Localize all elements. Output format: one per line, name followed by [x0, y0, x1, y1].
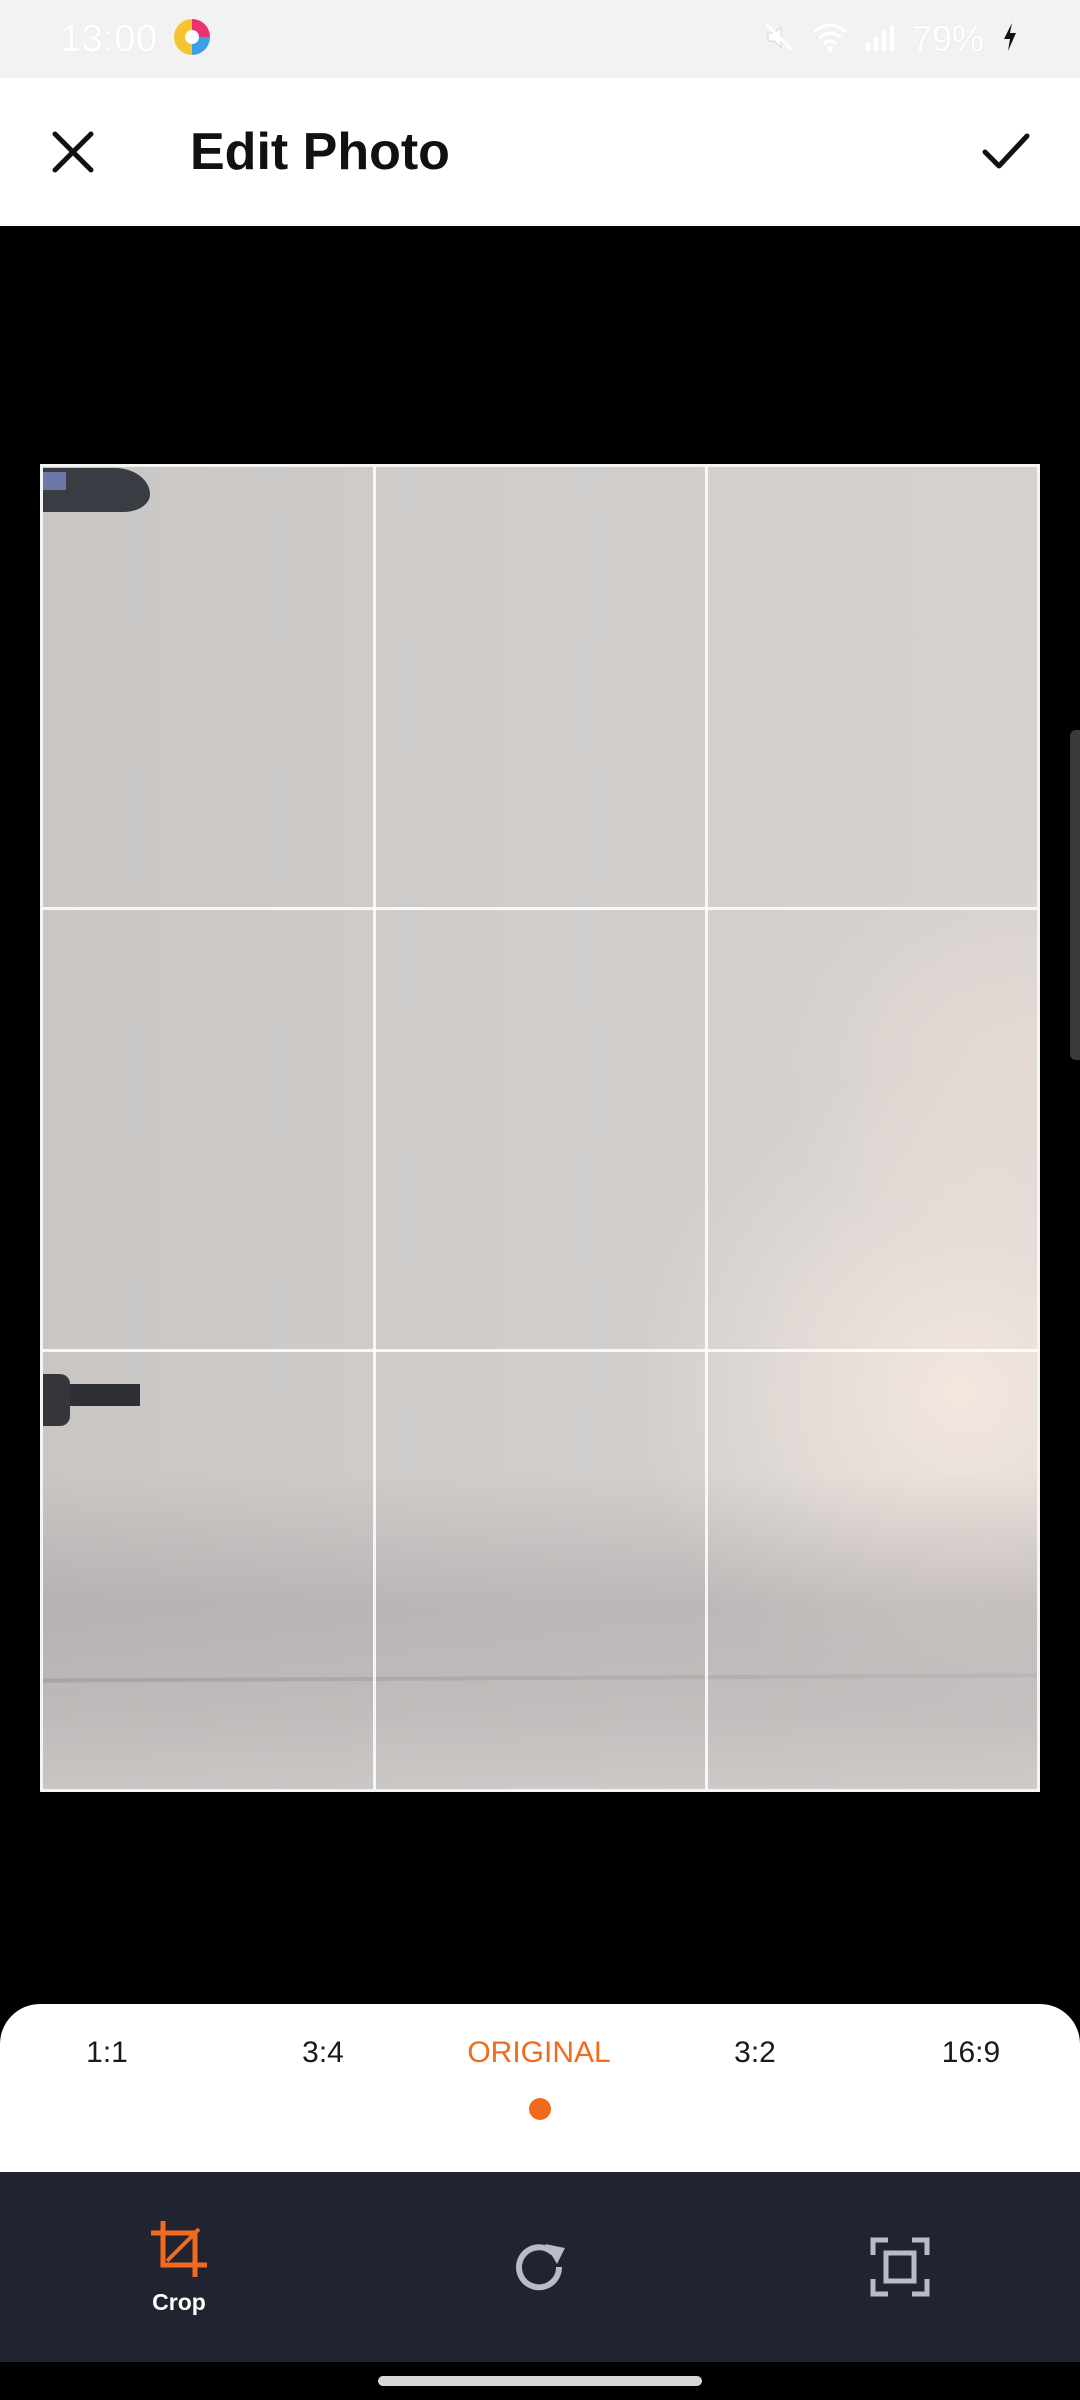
charging-icon	[1000, 21, 1020, 58]
crop-frame[interactable]	[40, 464, 1040, 1792]
ratio-option-16-9[interactable]: 16:9	[871, 2036, 1071, 2086]
confirm-button[interactable]	[968, 114, 1044, 190]
selected-ratio-indicator	[529, 2098, 551, 2120]
photo-canvas[interactable]	[0, 226, 1080, 2006]
crop-grid-line	[373, 467, 376, 1789]
crop-icon	[151, 2220, 207, 2277]
fit-tool-button[interactable]	[810, 2172, 990, 2362]
app-header: Edit Photo	[0, 78, 1080, 226]
crop-grid-line	[705, 467, 708, 1789]
status-left: 13:00	[60, 17, 212, 62]
check-icon	[982, 133, 1030, 169]
crop-tool-button[interactable]: Crop	[89, 2172, 269, 2362]
status-time: 13:00	[60, 17, 158, 60]
ratio-option-1-1[interactable]: 1:1	[7, 2036, 207, 2086]
crop-grid-line	[43, 1349, 1037, 1352]
ratio-option-original[interactable]: ORIGINAL	[439, 2036, 639, 2086]
page-title: Edit Photo	[190, 123, 450, 181]
rotate-icon	[516, 2244, 565, 2291]
fit-screen-icon	[870, 2237, 930, 2297]
app-logo-icon	[172, 17, 212, 62]
system-nav-bar	[0, 2362, 1080, 2400]
status-bar: 13:00 79%	[0, 0, 1080, 78]
scroll-handle[interactable]	[1070, 730, 1080, 1060]
aspect-ratio-panel: 1:1 3:4 ORIGINAL 3:2 16:9	[0, 2004, 1080, 2172]
status-right: 79%	[762, 18, 1020, 60]
mute-icon	[762, 20, 796, 59]
close-icon	[52, 131, 94, 173]
ratio-option-3-2[interactable]: 3:2	[655, 2036, 855, 2086]
close-button[interactable]	[40, 114, 106, 190]
crop-grid-line	[43, 907, 1037, 910]
rotate-tool-button[interactable]	[450, 2172, 630, 2362]
signal-icon	[864, 21, 896, 58]
ratio-option-3-4[interactable]: 3:4	[223, 2036, 423, 2086]
battery-percent: 79%	[911, 18, 984, 59]
crop-tool-label: Crop	[152, 2288, 206, 2315]
bottom-toolbar: Crop	[0, 2172, 1080, 2362]
home-indicator[interactable]	[378, 2376, 702, 2386]
wifi-icon	[812, 20, 848, 59]
edit-photo-screen: 13:00 79% Edit Photo 1:1 3:4 ORIGINAL 3:…	[0, 0, 1080, 2400]
